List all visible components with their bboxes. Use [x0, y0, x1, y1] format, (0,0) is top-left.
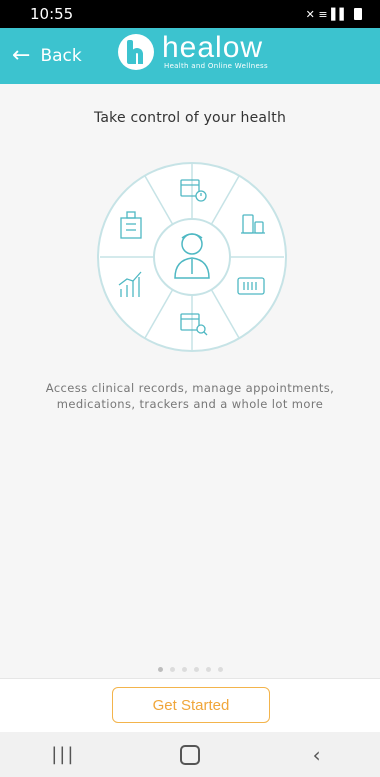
page-dot — [181, 667, 187, 672]
page-dot — [205, 667, 211, 672]
app-bar: ← Back healow Health and Online Wellness — [0, 28, 380, 84]
system-nav-bar: ||| ‹ — [0, 732, 380, 777]
system-back-button[interactable]: ‹ — [287, 732, 347, 777]
battery-icon — [354, 8, 362, 20]
get-started-button[interactable]: Get Started — [112, 687, 270, 723]
page-title: Take control of your health — [93, 110, 287, 126]
page-dot — [193, 667, 199, 672]
logo-text: healow Health and Online Wellness — [162, 31, 268, 71]
bottom-panel: Get Started — [0, 678, 380, 732]
status-icons: ✕ ≡ ▌▌ — [306, 8, 362, 21]
recents-icon: ||| — [51, 744, 76, 765]
healow-logo-icon — [118, 34, 154, 70]
home-icon — [179, 744, 200, 765]
logo-word: healow — [162, 31, 264, 64]
feature-description: Access clinical records, manage appointm… — [45, 381, 335, 411]
logo-tagline: Health and Online Wellness — [164, 62, 268, 70]
back-button[interactable]: ← Back — [12, 45, 82, 67]
back-arrow-icon: ← — [12, 43, 31, 68]
clock: 10:55 — [30, 5, 74, 23]
page-dot — [217, 667, 223, 672]
back-label: Back — [40, 46, 82, 66]
page-indicator — [0, 667, 380, 672]
page-dot-active — [157, 667, 163, 672]
status-bar: 10:55 ✕ ≡ ▌▌ — [0, 0, 380, 28]
features-wheel — [97, 162, 287, 352]
signal-icons: ✕ ≡ ▌▌ — [305, 7, 348, 21]
chevron-left-icon: ‹ — [312, 742, 321, 767]
recents-button[interactable]: ||| — [33, 732, 93, 777]
page-dot — [169, 667, 175, 672]
healow-logo: healow Health and Online Wellness — [118, 31, 268, 71]
home-button[interactable] — [160, 732, 220, 777]
